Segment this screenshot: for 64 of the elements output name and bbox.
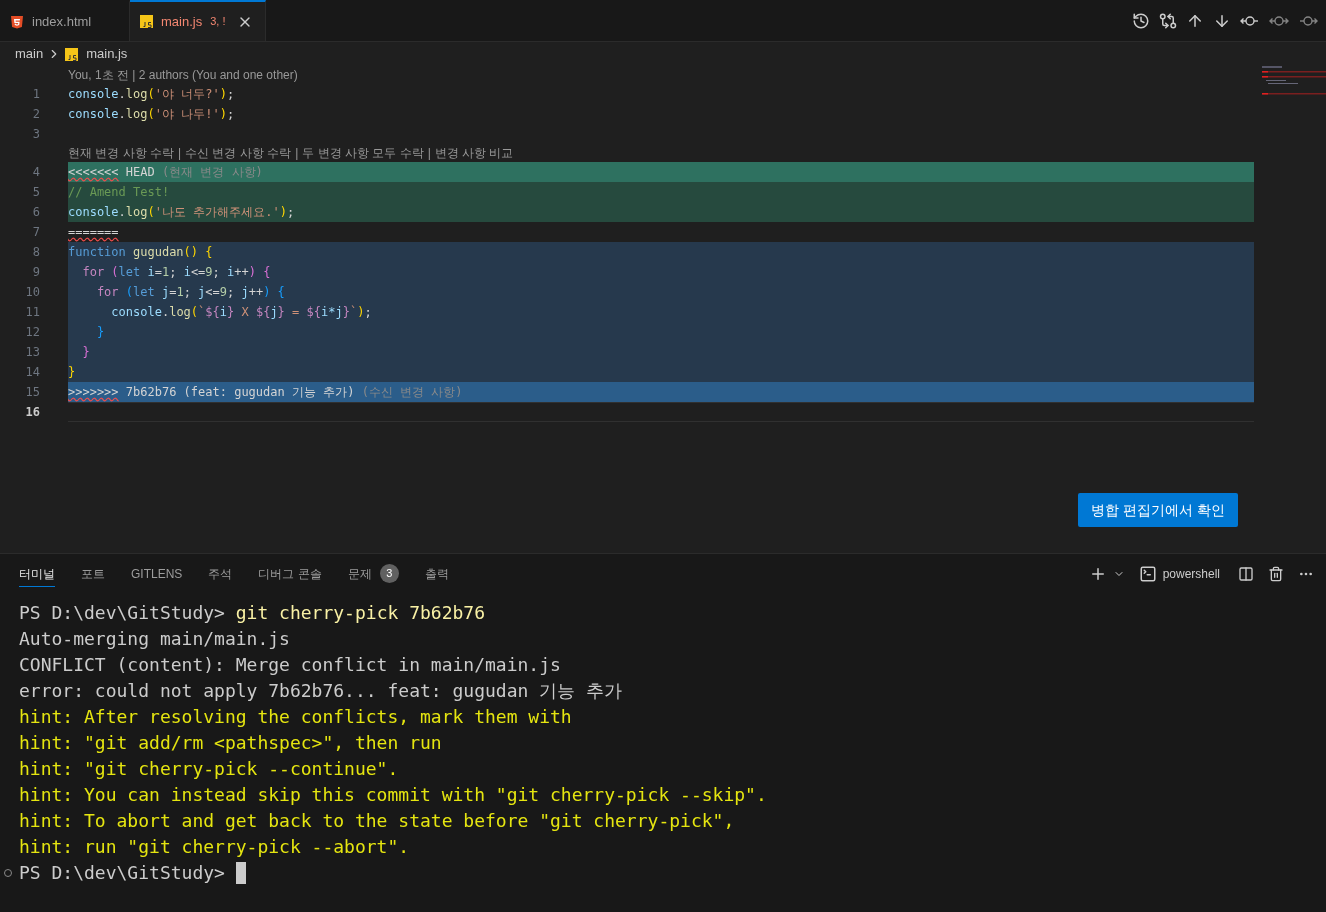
line-number: 1 [31,86,40,103]
code-lens-link[interactable]: 현재 변경 사항 수락 [68,144,174,162]
terminal-line: Auto-merging main/main.js [19,627,291,651]
problem-count: 3, ! [210,14,226,30]
line-number: 11 [24,304,40,321]
code-line: ======= [68,224,120,241]
line-number: 12 [24,324,40,341]
code-line: console.log('야 나두!'); [68,106,236,123]
line-number: 6 [31,204,40,221]
line-number: 2 [31,106,40,123]
js-file-icon [140,15,153,28]
panel-tab[interactable]: 주석 [208,561,233,587]
previous-commit-icon[interactable] [1240,13,1260,28]
line-number: 14 [24,364,40,381]
js-file-icon [65,47,79,61]
line-number: 4 [31,164,40,181]
line-number: 15 [24,384,40,401]
count-badge: 3 [379,564,399,583]
separator-text: | [294,145,300,162]
commit-icon[interactable] [1269,13,1289,28]
terminal-line: hint: run "git cherry-pick --abort". [19,835,411,859]
line-number: 16 [24,404,40,421]
terminal-line: error: could not apply 7b62b76... feat: gugudan 기능 추가 [19,679,623,703]
split-icon[interactable] [1238,566,1254,582]
code-lens-link[interactable]: 수신 변경 사항 수락 [185,144,292,162]
separator-text: | [177,145,183,162]
html-file-icon [10,14,24,29]
line-number: 3 [31,126,40,143]
separator-text: | [426,145,432,162]
text-cursor [235,862,246,884]
terminal-line: hint: After resolving the conflicts, mark them with [19,705,573,729]
line-number: 10 [24,284,40,301]
code-line: console.log('야 너두?'); [68,86,236,103]
compare-icon[interactable] [1159,11,1177,30]
terminal-line: hint: "git add/rm <pathspec>", then run [19,731,443,755]
line-number: 13 [24,344,40,361]
next-commit-icon[interactable] [1298,13,1318,28]
editor-tab[interactable]: main.js 3, ! [130,0,266,41]
merge-editor-button[interactable]: 병합 편집기에서 확인 [1078,493,1238,527]
panel-tab[interactable]: 디버그 콘솔 [258,561,322,587]
line-number: 9 [31,264,40,281]
terminal-line: hint: "git cherry-pick --continue". [19,757,400,781]
breadcrumb-file[interactable]: main.js [86,44,128,64]
line-number: 8 [31,244,40,261]
code-lens-link[interactable]: 두 변경 사항 모두 수락 [302,144,424,162]
terminal-line: hint: To abort and get back to the state before "git cherry-pick", [19,809,736,833]
blame-annotation[interactable]: You, 1초 전 | 2 authors (You and one other) [68,66,298,84]
history-icon[interactable] [1132,11,1150,30]
panel-tab[interactable]: 터미널 [19,561,55,587]
line-number: 7 [31,224,40,241]
line-number: 5 [31,184,40,201]
trash-icon[interactable] [1268,566,1284,582]
terminal-line: PS D:\dev\GitStudy> git cherry-pick 7b62b76 [19,601,486,625]
terminal-icon [1138,565,1157,583]
code-lens-link[interactable]: 변경 사항 비교 [434,144,514,162]
panel-tab[interactable]: GITLENS [131,561,183,587]
panel-tab[interactable]: 포트 [81,561,105,587]
terminal-shell-name[interactable]: powershell [1162,565,1220,583]
breadcrumb-folder[interactable]: main [15,44,44,64]
terminal-line: CONFLICT (content): Merge conflict in main/main.js [19,653,562,677]
terminal-line: PS D:\dev\GitStudy> [19,861,225,885]
terminal-line: hint: You can instead skip this commit with "git cherry-pick --skip". [19,783,768,807]
panel-tab[interactable]: 출력 [424,561,449,587]
panel-tab[interactable]: 문제 3 [347,561,399,587]
